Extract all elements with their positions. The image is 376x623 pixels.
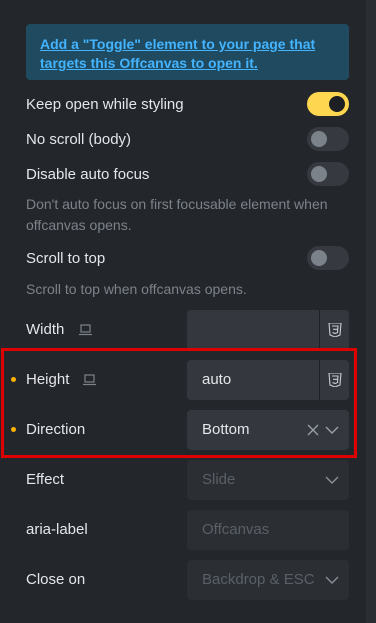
keep-open-toggle[interactable] [307, 92, 349, 116]
width-row: Width [26, 310, 349, 350]
scroll-to-top-row: Scroll to top Scroll to top when offcanv… [26, 246, 349, 301]
disable-auto-focus-row: Disable auto focus Don't auto focus on f… [26, 162, 349, 237]
disable-auto-focus-description: Don't auto focus on first focusable elem… [26, 196, 328, 233]
toggle-notice: Add a "Toggle" element to your page that… [26, 24, 349, 80]
no-scroll-toggle[interactable] [307, 127, 349, 151]
effect-label: Effect [26, 471, 65, 488]
toggle-knob [329, 96, 345, 112]
toggle-notice-link[interactable]: Add a "Toggle" element to your page that… [40, 36, 315, 71]
toggle-knob [311, 250, 327, 266]
close-on-row: Close on Backdrop & ESC [26, 560, 349, 600]
chevron-down-icon [325, 576, 339, 584]
no-scroll-label: No scroll (body) [26, 131, 132, 148]
aria-label-input[interactable]: Offcanvas [187, 510, 349, 550]
css3-icon [327, 323, 342, 337]
aria-label-label: aria-label [26, 521, 88, 538]
scroll-to-top-toggle[interactable] [307, 246, 349, 270]
keep-open-label: Keep open while styling [26, 96, 184, 113]
close-on-label: Close on [26, 571, 86, 588]
width-label: Width [26, 321, 65, 338]
effect-select[interactable]: Slide [187, 460, 349, 500]
close-on-select[interactable]: Backdrop & ESC [187, 560, 349, 600]
offcanvas-settings-panel: Add a "Toggle" element to your page that… [0, 0, 366, 623]
width-unit-button[interactable] [319, 310, 349, 350]
disable-auto-focus-toggle[interactable] [307, 162, 349, 186]
disable-auto-focus-label: Disable auto focus [26, 166, 150, 183]
effect-row: Effect Slide [26, 460, 349, 500]
keep-open-row: Keep open while styling [26, 92, 349, 118]
highlight-box [1, 348, 357, 458]
scroll-to-top-description: Scroll to top when offcanvas opens. [26, 281, 247, 297]
laptop-icon[interactable] [79, 324, 92, 336]
scroll-to-top-label: Scroll to top [26, 250, 106, 267]
toggle-knob [311, 131, 327, 147]
close-on-placeholder: Backdrop & ESC [202, 571, 315, 588]
no-scroll-row: No scroll (body) [26, 127, 349, 153]
toggle-knob [311, 166, 327, 182]
chevron-down-icon [325, 476, 339, 484]
scrollbar[interactable] [366, 0, 376, 623]
aria-label-row: aria-label Offcanvas [26, 510, 349, 550]
effect-placeholder: Slide [202, 471, 236, 488]
